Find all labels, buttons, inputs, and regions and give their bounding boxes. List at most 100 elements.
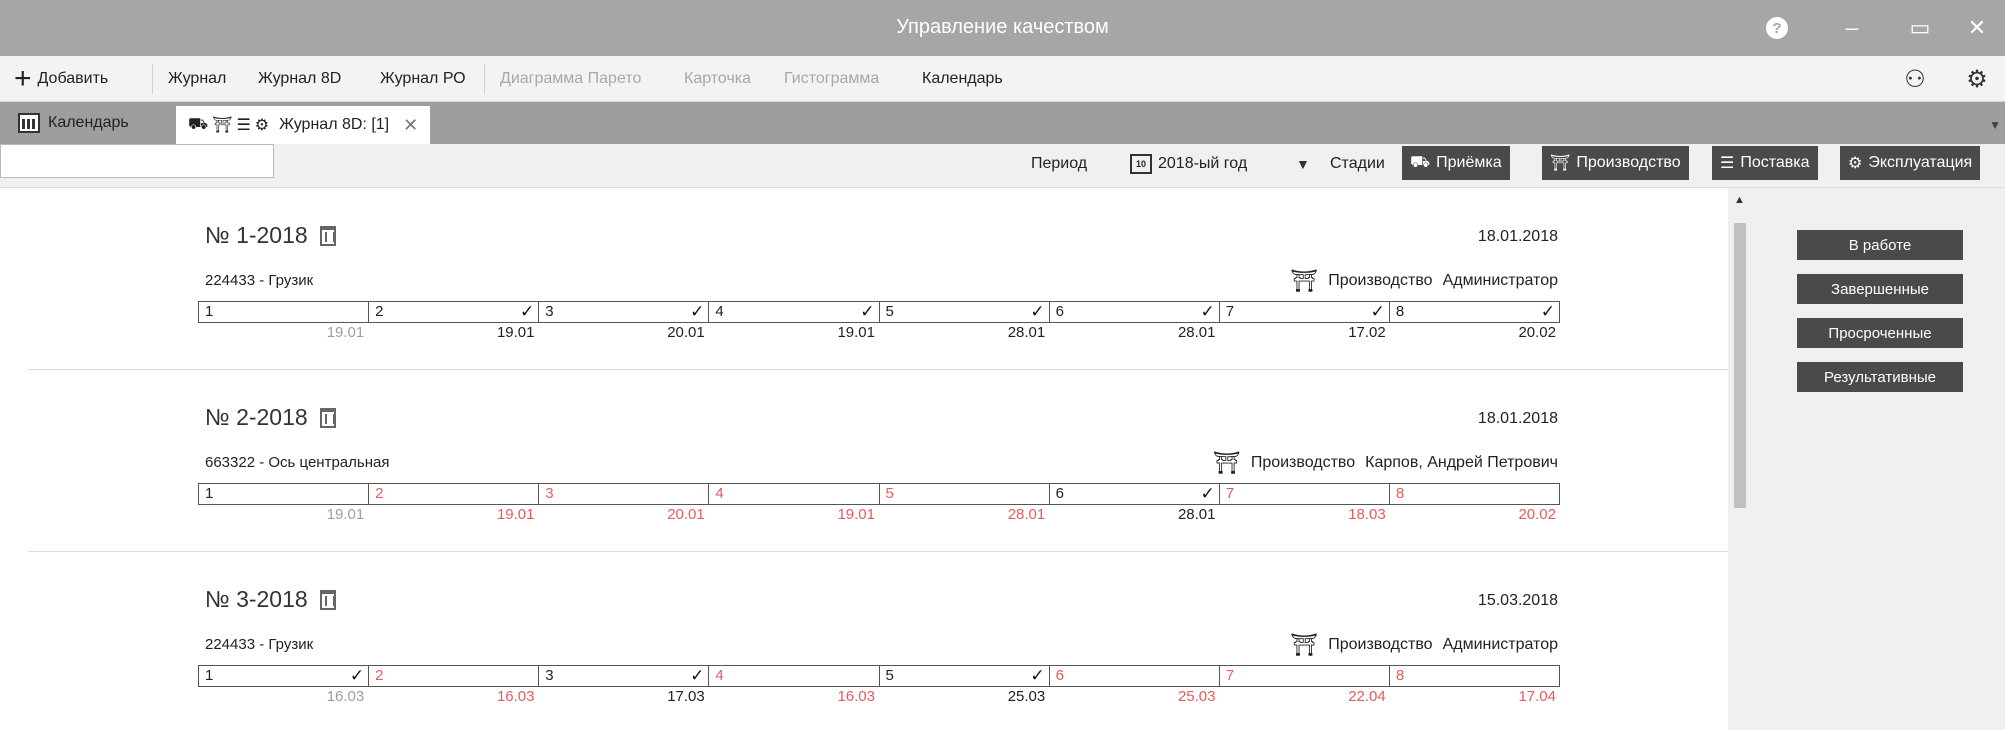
step-cell[interactable]: 7	[1220, 484, 1390, 504]
toolbar-histogram[interactable]: Гистограмма	[784, 56, 879, 102]
step-date: 25.03	[1177, 688, 1216, 705]
step-number: 5	[885, 303, 894, 320]
toolbar-journal[interactable]: Журнал	[168, 56, 226, 102]
status-overdue-button[interactable]: Просроченные	[1797, 318, 1963, 348]
step-cell[interactable]: 6	[1050, 666, 1220, 686]
step-cell[interactable]: 1 ✓	[199, 666, 370, 686]
forklift-icon: ⛟	[1410, 154, 1431, 171]
add-button[interactable]: + Добавить	[14, 56, 108, 102]
step-number: 3	[545, 667, 554, 684]
steps-bar: 1 2 3 4 5 6 ✓ 7 8	[198, 483, 1560, 505]
step-cell[interactable]: 8 ✓	[1390, 302, 1559, 322]
check-icon: ✓	[1200, 484, 1215, 503]
window-title: Управление качеством	[896, 16, 1109, 38]
step-date: 17.03	[667, 688, 705, 705]
step-date: 20.02	[1518, 324, 1556, 341]
step-number: 7	[1225, 667, 1235, 684]
stage-label: Поставка	[1740, 154, 1810, 171]
tab-close-icon[interactable]: ✕	[403, 115, 418, 136]
step-number: 8	[1395, 303, 1405, 320]
stage-button-delivery[interactable]: ☰ Поставка	[1712, 146, 1818, 180]
check-icon: ✓	[690, 666, 705, 685]
settings-gear-icon[interactable]: ⚙	[1962, 64, 1992, 94]
step-cell[interactable]: 2	[369, 666, 540, 686]
trolley-icon: ☰	[236, 117, 251, 134]
step-cell[interactable]: 5 ✓	[880, 302, 1050, 322]
tabs-overflow-arrow-icon[interactable]: ▼	[1989, 118, 2001, 132]
tab-journal-8d[interactable]: ⛟ ⛩ ☰ ⚙ Журнал 8D: [1] ✕	[176, 106, 431, 144]
record-owner: Карпов, Андрей Петрович	[1365, 454, 1558, 471]
check-icon: ✓	[520, 302, 535, 321]
step-number: 2	[375, 485, 384, 502]
tab-calendar[interactable]: Календарь	[18, 102, 129, 144]
step-cell[interactable]: 4	[709, 484, 880, 504]
step-cell[interactable]: 8	[1390, 666, 1559, 686]
record-number-text: № 3-2018	[205, 586, 308, 612]
step-number: 6	[1055, 667, 1064, 684]
record-stage: Производство	[1328, 636, 1433, 653]
period-select[interactable]: 10 2018-ый год	[1130, 148, 1320, 180]
toolbar-pareto[interactable]: Диаграмма Парето	[500, 56, 641, 102]
record-item: 224433 - Грузик	[205, 272, 314, 289]
toolbar-journal-ro[interactable]: Журнал РО	[380, 56, 466, 102]
scroll-thumb[interactable]	[1734, 223, 1746, 508]
journal-record[interactable]: № 2-2018 18.01.2018 663322 - Ось центральн…	[0, 370, 1728, 552]
title-bar: Управление качеством ? – ▭ ✕	[0, 0, 2005, 56]
step-cell[interactable]: 3 ✓	[539, 666, 710, 686]
step-cell[interactable]: 7 ✓	[1220, 302, 1390, 322]
step-cell[interactable]: 1	[199, 302, 370, 322]
close-button[interactable]: ✕	[1955, 12, 1999, 44]
toolbar-calendar[interactable]: Календарь	[922, 56, 1003, 102]
users-icon[interactable]: ⚇	[1900, 64, 1930, 94]
scroll-up-arrow-icon[interactable]: ▲	[1734, 194, 1745, 206]
help-icon: ?	[1766, 17, 1788, 39]
stage-button-production[interactable]: ⛩ Производство	[1542, 146, 1689, 180]
calendar-icon: 10	[1130, 154, 1152, 174]
stage-button-acceptance[interactable]: ⛟ Приёмка	[1402, 146, 1510, 180]
step-number: 7	[1225, 485, 1235, 502]
step-cell[interactable]: 2	[369, 484, 540, 504]
gears-icon: ⚙	[254, 117, 270, 134]
step-cell[interactable]: 3	[539, 484, 710, 504]
status-completed-button[interactable]: Завершенные	[1797, 274, 1963, 304]
step-cell[interactable]: 5 ✓	[880, 666, 1050, 686]
step-date: 17.02	[1348, 324, 1386, 341]
step-cell[interactable]: 4 ✓	[709, 302, 880, 322]
step-cell[interactable]: 6 ✓	[1050, 302, 1220, 322]
record-date: 18.01.2018	[1477, 228, 1558, 245]
check-icon: ✓	[1030, 666, 1045, 685]
minimize-button[interactable]: –	[1830, 12, 1874, 44]
step-cell[interactable]: 5	[880, 484, 1050, 504]
record-number: № 3-2018	[205, 586, 336, 613]
step-cell[interactable]: 4	[709, 666, 880, 686]
step-number: 8	[1395, 667, 1405, 684]
delete-trash-icon[interactable]	[319, 407, 336, 428]
factory-icon: ⛩	[1550, 155, 1571, 172]
step-cell[interactable]: 7	[1220, 666, 1390, 686]
step-cell[interactable]: 1	[199, 484, 370, 504]
step-number: 8	[1395, 485, 1405, 502]
journal-record[interactable]: № 3-2018 15.03.2018 224433 - Грузик ⛩ Произв…	[0, 552, 1728, 730]
stage-button-operation[interactable]: ⚙ Эксплуатация	[1840, 146, 1981, 180]
step-cell[interactable]: 3 ✓	[539, 302, 710, 322]
status-in-progress-button[interactable]: В работе	[1797, 230, 1963, 260]
journal-record[interactable]: № 1-2018 18.01.2018 224433 - Грузик ⛩ Произв…	[0, 188, 1728, 370]
step-dates: 19.01 19.01 20.01 19.01 28.01 28.01 17.02 20.02	[198, 324, 1560, 341]
step-cell[interactable]: 6 ✓	[1050, 484, 1220, 504]
record-meta: ⛩ Производство Карпов, Андрей Петрович	[1213, 450, 1558, 476]
step-cell[interactable]: 8	[1390, 484, 1559, 504]
delete-trash-icon[interactable]	[319, 589, 336, 610]
vertical-scrollbar[interactable]: ▲	[1728, 188, 1752, 730]
help-button[interactable]: ?	[1755, 12, 1799, 44]
delete-trash-icon[interactable]	[319, 225, 336, 246]
toolbar-card[interactable]: Карточка	[684, 56, 751, 102]
toolbar-journal-8d[interactable]: Журнал 8D	[258, 56, 341, 102]
status-effective-button[interactable]: Результативные	[1797, 362, 1963, 392]
check-icon: ✓	[1370, 302, 1385, 321]
chevron-down-icon[interactable]: ▼	[1296, 156, 1310, 172]
tab-label: Журнал 8D: [1]	[279, 116, 390, 133]
maximize-button[interactable]: ▭	[1898, 12, 1942, 44]
step-cell[interactable]: 2 ✓	[369, 302, 540, 322]
step-date: 19.01	[837, 324, 875, 341]
search-input[interactable]	[0, 144, 274, 178]
